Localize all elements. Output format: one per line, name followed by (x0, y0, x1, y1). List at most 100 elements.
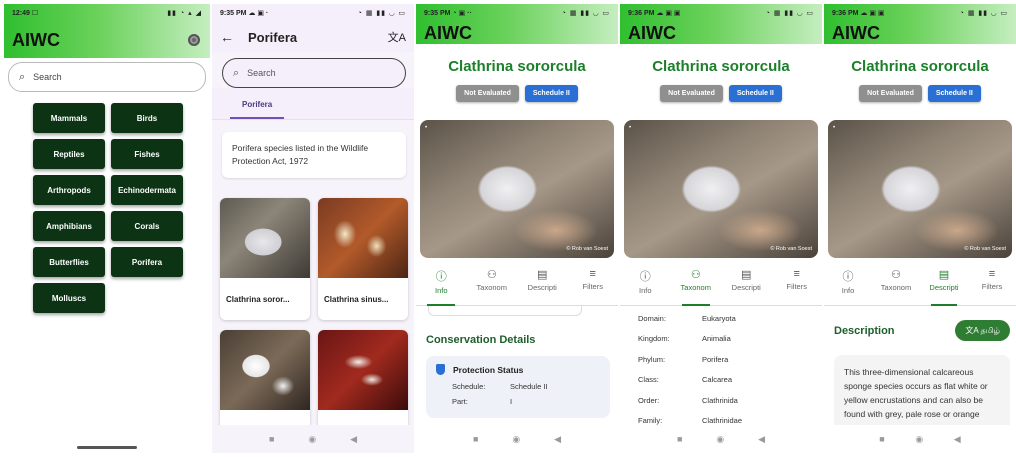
detail-tabs: ⓘ Info ⚇ Taxonom ▤ Descripti ≡ Filters (620, 266, 822, 306)
back-button[interactable]: ◀ (954, 434, 961, 445)
protection-status-card: Protection Status Schedule: Schedule II … (426, 356, 610, 418)
home-button[interactable]: ◉ (308, 434, 316, 445)
status-bar: 9:35 PM ☁ ▣ · ◔ ▦ ▮▮ ◡ ▭ (212, 4, 414, 22)
category-button-birds[interactable]: Birds (111, 103, 183, 133)
status-icons: ◔ ▦ ▮▮ ◡ ▭ (561, 10, 610, 17)
species-card[interactable]: Clathrina soror... (220, 198, 310, 320)
tab-description[interactable]: ▤ Descripti (517, 266, 568, 306)
document-icon: ▤ (938, 269, 950, 281)
category-button-reptiles[interactable]: Reptiles (33, 139, 105, 169)
category-button-amphibians[interactable]: Amphibians (33, 211, 105, 241)
tab-filters[interactable]: ≡ Filters (772, 266, 823, 306)
section-title: Conservation Details (426, 334, 536, 346)
recents-button[interactable]: ■ (473, 434, 478, 444)
home-button[interactable]: ◉ (716, 434, 724, 445)
taxonomy-row: Kingdom: Animalia (620, 329, 822, 350)
tab-info[interactable]: ⓘ Info (416, 266, 467, 306)
tab-label: Descripti (731, 283, 761, 292)
taxonomy-key: Kingdom: (638, 334, 670, 344)
category-button-porifera[interactable]: Porifera (111, 247, 183, 277)
tab-porifera[interactable]: Porifera (230, 100, 285, 119)
home-indicator[interactable] (77, 446, 137, 449)
tamil-translate-button[interactable]: 文A தமிழ் (955, 320, 1010, 341)
card-edge (428, 306, 582, 316)
filter-icon: ≡ (589, 268, 596, 280)
taxonomy-value: Porifera (702, 354, 729, 364)
document-icon: ▤ (537, 269, 548, 281)
home-button[interactable]: ◉ (512, 434, 520, 445)
category-list-screen: 9:35 PM ☁ ▣ · ◔ ▦ ▮▮ ◡ ▭ ← Porifera 文A ⌕… (212, 4, 414, 453)
status-icons: ▮▮ ◔ ▴ ◢ (167, 10, 202, 17)
species-card[interactable]: Clathrina sinus... (318, 198, 408, 320)
category-button-echinodermata[interactable]: Echinodermata (111, 175, 183, 205)
recents-button[interactable]: ■ (879, 434, 884, 444)
taxonomy-value: Calcarea (702, 375, 733, 385)
species-image (220, 330, 310, 410)
status-time: 9:35 PM ◔ ▣ ·· (424, 10, 472, 17)
category-button-corals[interactable]: Corals (111, 211, 183, 241)
status-time: 9:35 PM ☁ ▣ · (220, 10, 269, 17)
tab-info[interactable]: ⓘ Info (824, 266, 872, 306)
app-bar: AIWC (824, 22, 1016, 44)
schedule-badge: Schedule II (524, 85, 578, 102)
tab-description[interactable]: ▤ Descripti (721, 266, 772, 306)
category-button-molluscs[interactable]: Molluscs (33, 283, 105, 313)
search-input[interactable]: ⌕ Search (222, 58, 406, 88)
species-name: Clathrina sororcula (652, 58, 790, 75)
globe-icon[interactable] (188, 34, 200, 46)
taxonomy-list: Domain: Eukaryota Kingdom: Animalia Phylum… (620, 308, 822, 431)
back-button[interactable]: ◀ (758, 434, 765, 445)
recents-button[interactable]: ■ (269, 434, 274, 444)
home-button[interactable]: ◉ (915, 434, 923, 445)
part-value: I (510, 397, 513, 406)
detail-tabs: ⓘ Info ⚇ Taxonom ▤ Descripti ≡ Filters (416, 266, 618, 306)
recents-button[interactable]: ■ (677, 434, 682, 444)
status-bar: 9:35 PM ◔ ▣ ·· ◔ ▦ ▮▮ ◡ ▭ (416, 4, 618, 22)
schedule-badge: Schedule II (728, 85, 782, 102)
tab-filters[interactable]: ≡ Filters (968, 266, 1016, 306)
tab-label: Info (638, 286, 652, 295)
info-card: Porifera species listed in the Wildlife … (222, 132, 406, 178)
header: 12:49 ☐ ▮▮ ◔ ▴ ◢ AIWC (4, 4, 210, 58)
status-time: 9:36 PM ☁ ▣ ▣ (832, 10, 885, 17)
tab-label: Info (434, 286, 448, 295)
tab-filters[interactable]: ≡ Filters (568, 266, 619, 306)
taxonomy-row: Class: Calcarea (620, 370, 822, 391)
back-button[interactable]: ◀ (350, 434, 357, 445)
taxonomy-icon: ⚇ (486, 269, 497, 281)
filter-icon: ≡ (793, 268, 800, 280)
taxonomy-value: Clathrinidae (702, 416, 743, 426)
tab-description[interactable]: ▤ Descripti (920, 266, 968, 306)
back-arrow-icon[interactable]: ← (220, 29, 234, 45)
tab-info[interactable]: ⓘ Info (620, 266, 671, 306)
tab-label: Filters (582, 282, 603, 291)
tab-taxonomy[interactable]: ⚇ Taxonom (671, 266, 722, 306)
filter-icon: ≡ (988, 268, 996, 280)
info-icon: ⓘ (639, 271, 651, 283)
species-grid: Clathrina soror... Clathrina sinus... Cl… (220, 198, 408, 452)
category-grid: Mammals Birds Reptiles Fishes Arthropods… (33, 103, 188, 313)
species-card-label: Clathrina sinus... (324, 294, 389, 304)
status-icons: ◔ ▦ ▮▮ ◡ ▭ (765, 10, 814, 17)
category-button-fishes[interactable]: Fishes (111, 139, 183, 169)
shield-icon (436, 364, 445, 375)
taxonomy-icon: ⚇ (891, 269, 901, 281)
part-label: Part: (452, 397, 468, 406)
category-button-mammals[interactable]: Mammals (33, 103, 105, 133)
status-icons: ◔ ▦ ▮▮ ◡ ▭ (357, 10, 406, 17)
header: 9:35 PM ☁ ▣ · ◔ ▦ ▮▮ ◡ ▭ ← Porifera 文A (212, 4, 414, 52)
category-button-butterflies[interactable]: Butterflies (33, 247, 105, 277)
tab-taxonomy[interactable]: ⚇ Taxonom (872, 266, 920, 306)
translate-icon[interactable]: 文A (388, 29, 406, 45)
status-time: 9:36 PM ☁ ▣ ▣ (628, 10, 681, 17)
tab-taxonomy[interactable]: ⚇ Taxonom (467, 266, 518, 306)
category-button-arthropods[interactable]: Arthropods (33, 175, 105, 205)
taxonomy-value: Eukaryota (702, 313, 736, 323)
photo-indicator: • (629, 125, 632, 131)
back-button[interactable]: ◀ (554, 434, 561, 445)
search-input[interactable]: ⌕ Search (8, 62, 206, 92)
tab-label: Filters (981, 282, 1003, 291)
system-nav-bar: ■ ◉ ◀ (416, 425, 618, 453)
page-title: Porifera (248, 29, 298, 45)
app-title: AIWC (424, 22, 472, 43)
